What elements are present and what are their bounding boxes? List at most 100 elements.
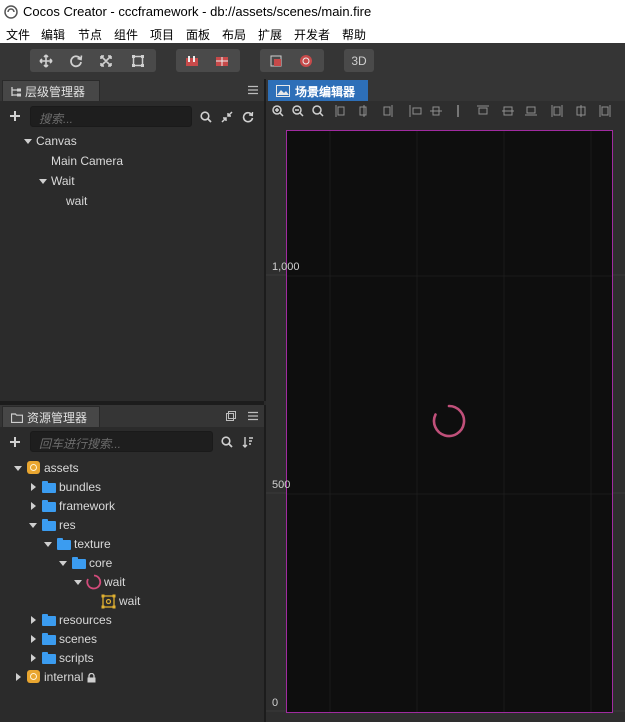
hierarchy-toolbar: 搜索...: [0, 101, 264, 131]
preview-device-icon[interactable]: [264, 49, 288, 72]
zoom-in-icon[interactable]: [272, 105, 284, 117]
asset-item-framework[interactable]: framework: [0, 497, 264, 515]
folder-icon: [57, 538, 71, 550]
menu-file[interactable]: 文件: [6, 26, 30, 43]
record-icon[interactable]: [294, 49, 318, 72]
sprite-frame-icon: [101, 594, 116, 609]
expand-arrow-icon[interactable]: [14, 466, 22, 471]
asset-item-internal[interactable]: internal: [0, 668, 264, 686]
menu-project[interactable]: 项目: [150, 26, 174, 43]
move-tool-icon[interactable]: [34, 49, 58, 72]
collapse-arrow-icon[interactable]: [31, 635, 36, 643]
folder-icon: [42, 481, 56, 493]
asset-item-resources[interactable]: resources: [0, 611, 264, 629]
menu-help[interactable]: 帮助: [342, 26, 366, 43]
pivot-icon[interactable]: [180, 49, 204, 72]
loading-spinner-icon[interactable]: [432, 404, 466, 438]
folder-icon: [72, 557, 86, 569]
tree-node-main-camera[interactable]: Main Camera: [0, 152, 264, 170]
tab-scene-editor-label: 场景编辑器: [295, 84, 356, 99]
menu-edit[interactable]: 编辑: [41, 26, 65, 43]
assets-toolbar: 回车进行搜索...: [0, 427, 264, 457]
design-resolution-canvas: [286, 130, 613, 713]
menu-layout[interactable]: 布局: [222, 26, 246, 43]
folder-tab-icon: [11, 413, 23, 423]
collapse-arrow-icon[interactable]: [31, 502, 36, 510]
menu-node[interactable]: 节点: [78, 26, 102, 43]
asset-item-res[interactable]: res: [0, 516, 264, 534]
rotate-tool-icon[interactable]: [64, 49, 88, 72]
asset-item-assets[interactable]: assets: [0, 459, 264, 477]
local-icon[interactable]: [210, 49, 234, 72]
tree-node-canvas[interactable]: Canvas: [0, 132, 264, 150]
align-tools-icon[interactable]: [334, 104, 624, 118]
asset-label: resources: [59, 613, 112, 627]
tree-node-wait-child[interactable]: wait: [0, 192, 264, 210]
hierarchy-search-input[interactable]: 搜索...: [30, 106, 192, 127]
menu-bar: 文件 编辑 节点 组件 项目 面板 布局 扩展 开发者 帮助: [0, 24, 625, 43]
expand-arrow-icon[interactable]: [39, 179, 47, 184]
folder-icon: [42, 519, 56, 531]
scene-editor-header: 场景编辑器: [266, 79, 625, 101]
refresh-icon[interactable]: [242, 111, 254, 123]
search-icon[interactable]: [221, 436, 233, 448]
database-icon: [27, 670, 40, 683]
menu-extension[interactable]: 扩展: [258, 26, 282, 43]
lock-icon: [87, 673, 96, 683]
asset-label: scripts: [59, 651, 94, 665]
asset-item-scenes[interactable]: scenes: [0, 630, 264, 648]
asset-label: core: [89, 556, 113, 570]
zoom-reset-icon[interactable]: [312, 105, 324, 117]
menu-panel[interactable]: 面板: [186, 26, 210, 43]
preview-tool-group: [260, 49, 324, 72]
folder-icon: [42, 500, 56, 512]
panel-menu-icon[interactable]: [248, 85, 258, 95]
tab-assets[interactable]: 资源管理器: [2, 406, 100, 427]
window-title-bar: Cocos Creator - cccframework - db://asse…: [0, 0, 625, 24]
collapse-all-icon[interactable]: [221, 111, 233, 123]
zoom-out-icon[interactable]: [292, 105, 304, 117]
rect-tool-icon[interactable]: [126, 49, 150, 72]
expand-arrow-icon[interactable]: [74, 580, 82, 585]
hierarchy-panel: 层级管理器 搜索... Canvas Main Camera Wait wait: [0, 79, 266, 401]
search-icon[interactable]: [200, 111, 212, 123]
sort-icon[interactable]: [242, 436, 254, 448]
menu-developer[interactable]: 开发者: [294, 26, 330, 43]
panel-menu-icon[interactable]: [248, 411, 258, 421]
menu-component[interactable]: 组件: [114, 26, 138, 43]
asset-item-wait-texture[interactable]: wait: [0, 573, 264, 591]
tab-hierarchy[interactable]: 层级管理器: [2, 80, 100, 101]
scale-tool-icon[interactable]: [94, 49, 118, 72]
asset-label: wait: [104, 575, 126, 589]
node-label: wait: [66, 194, 88, 208]
asset-item-wait-sprite-frame[interactable]: wait: [0, 592, 264, 610]
tree-node-wait-parent[interactable]: Wait: [0, 172, 264, 190]
expand-arrow-icon[interactable]: [44, 542, 52, 547]
assets-search-input[interactable]: 回车进行搜索...: [30, 431, 213, 452]
tab-scene-editor[interactable]: 场景编辑器: [268, 80, 368, 101]
asset-label: texture: [74, 537, 111, 551]
add-node-icon[interactable]: [10, 111, 20, 121]
asset-item-core[interactable]: core: [0, 554, 264, 572]
expand-arrow-icon[interactable]: [59, 561, 67, 566]
asset-item-texture[interactable]: texture: [0, 535, 264, 553]
collapse-arrow-icon[interactable]: [16, 673, 21, 681]
asset-label: wait: [119, 594, 141, 608]
scene-viewport[interactable]: 1,000 500 0: [266, 123, 625, 722]
collapse-arrow-icon[interactable]: [31, 616, 36, 624]
mode-3d-button[interactable]: 3D: [344, 49, 374, 72]
collapse-arrow-icon[interactable]: [31, 654, 36, 662]
expand-arrow-icon[interactable]: [29, 523, 37, 528]
asset-item-bundles[interactable]: bundles: [0, 478, 264, 496]
assets-panel-header: 资源管理器: [0, 405, 264, 427]
asset-item-scripts[interactable]: scripts: [0, 649, 264, 667]
popout-icon[interactable]: [226, 411, 236, 421]
add-asset-icon[interactable]: [10, 437, 20, 447]
folder-icon: [42, 652, 56, 664]
tab-assets-label: 资源管理器: [27, 410, 88, 425]
ruler-label-500: 500: [272, 479, 291, 491]
expand-arrow-icon[interactable]: [24, 139, 32, 144]
cocos-logo-icon: [4, 5, 18, 19]
collapse-arrow-icon[interactable]: [31, 483, 36, 491]
asset-label: internal: [44, 670, 84, 684]
